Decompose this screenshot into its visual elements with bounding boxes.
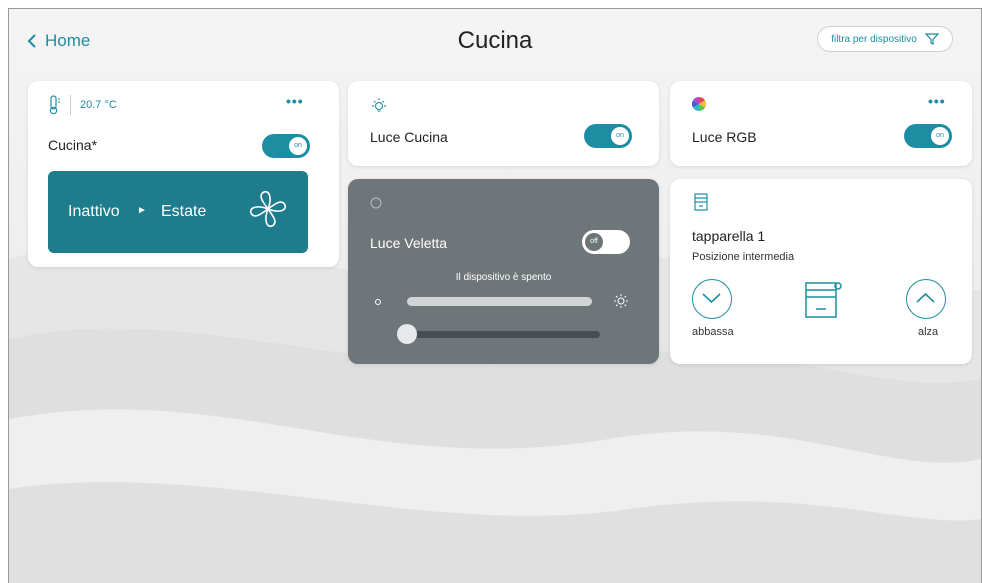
shutter-position: Posizione intermedia xyxy=(692,251,795,263)
toggle-knob: on xyxy=(289,137,307,155)
toggle-knob: on xyxy=(931,127,949,145)
thermostat-mode-panel[interactable]: Inattivo ► Estate xyxy=(48,171,308,253)
shutter-icon xyxy=(805,282,842,318)
filter-button[interactable]: filtra per dispositivo xyxy=(817,26,953,52)
light-veletta-card: Luce Veletta off Il dispositivo è spento xyxy=(348,179,659,364)
arrow-right-icon: ► xyxy=(137,205,147,216)
divider xyxy=(70,95,71,115)
light-cucina-toggle[interactable]: on xyxy=(584,124,632,148)
brightness-slider[interactable] xyxy=(407,297,592,306)
lower-label: abbassa xyxy=(692,326,734,338)
light-rgb-toggle[interactable]: on xyxy=(904,124,952,148)
shutter-card: tapparella 1 Posizione intermedia abbass… xyxy=(670,179,972,364)
shutter-name: tapparella 1 xyxy=(692,228,766,244)
thermostat-toggle[interactable]: on xyxy=(262,134,310,158)
light-veletta-toggle[interactable]: off xyxy=(582,230,630,254)
temperature-value: 20.7 °C xyxy=(80,99,117,111)
toggle-knob: off xyxy=(585,233,603,251)
mode-label: Inattivo xyxy=(68,203,120,220)
brightness-high-icon xyxy=(614,294,628,308)
more-options-button[interactable]: ••• xyxy=(928,93,946,109)
color-temperature-slider[interactable] xyxy=(407,331,600,338)
light-veletta-name: Luce Veletta xyxy=(370,235,448,251)
shutter-small-icon xyxy=(694,193,708,211)
chevron-down-icon xyxy=(702,293,721,304)
thermostat-name: Cucina* xyxy=(48,137,98,153)
season-label: Estate xyxy=(161,203,207,220)
fan-icon xyxy=(249,190,287,228)
power-icon xyxy=(370,197,382,209)
thermostat-card: 20.7 °C ••• Cucina* on Inattivo ► Estate xyxy=(28,81,339,267)
app-frame: Home Cucina filtra per dispositivo 20.7 … xyxy=(8,8,982,583)
light-rgb-name: Luce RGB xyxy=(692,129,757,145)
brightness-low-icon xyxy=(375,299,381,305)
bulb-icon xyxy=(372,98,386,112)
header: Home Cucina filtra per dispositivo xyxy=(9,9,981,71)
light-rgb-card: ••• Luce RGB on xyxy=(670,81,972,166)
slider-handle[interactable] xyxy=(397,324,417,344)
thermometer-icon xyxy=(49,95,60,115)
more-options-button[interactable]: ••• xyxy=(286,93,304,109)
raise-label: alza xyxy=(918,326,939,338)
chevron-up-icon xyxy=(916,292,935,303)
filter-label: filtra per dispositivo xyxy=(831,33,917,45)
light-cucina-name: Luce Cucina xyxy=(370,129,448,145)
color-wheel-icon xyxy=(692,97,706,111)
raise-button[interactable] xyxy=(906,279,946,319)
device-off-status: Il dispositivo è spento xyxy=(455,272,552,283)
toggle-knob: on xyxy=(611,127,629,145)
light-cucina-card: Luce Cucina on xyxy=(348,81,659,166)
filter-icon xyxy=(924,33,939,45)
lower-button[interactable] xyxy=(692,279,732,319)
